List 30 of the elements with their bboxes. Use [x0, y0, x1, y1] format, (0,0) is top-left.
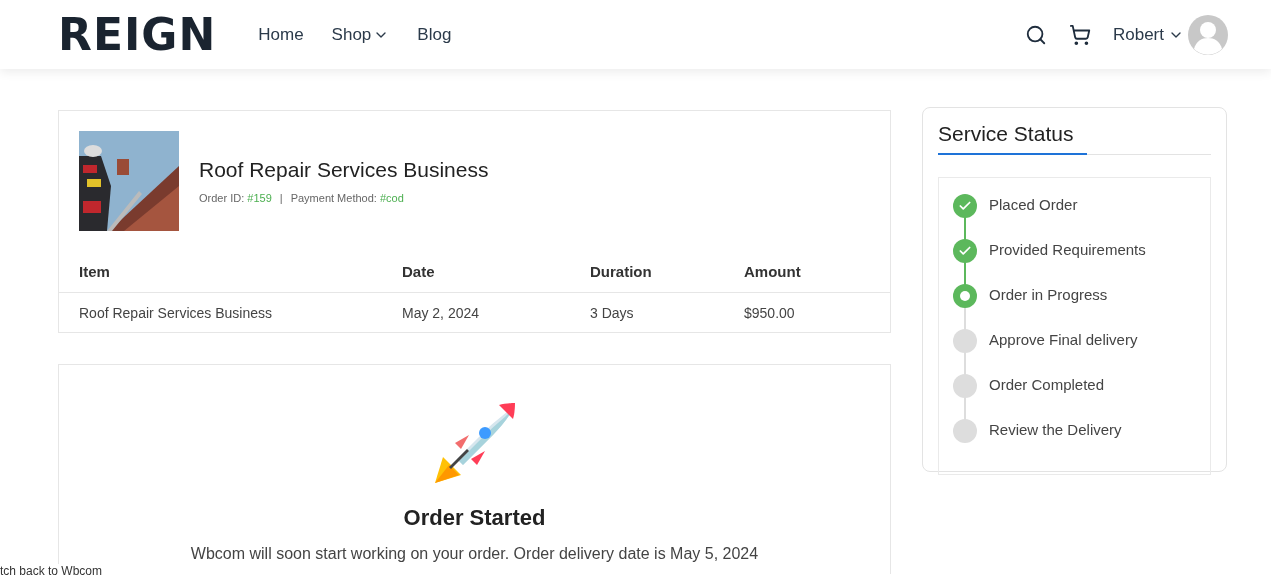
column-header: Amount	[724, 253, 890, 293]
table-cell: 3 Days	[570, 292, 724, 332]
cart-icon[interactable]	[1068, 23, 1091, 46]
rocket-icon	[432, 403, 517, 485]
payment-method: Payment Method: #cod	[290, 192, 404, 204]
search-icon[interactable]	[1024, 23, 1047, 46]
switch-back-link[interactable]: tch back to Wbcom	[0, 564, 103, 578]
nav-link[interactable]: Home	[258, 24, 304, 45]
user-menu[interactable]: Robert	[1112, 24, 1184, 45]
separator: |	[279, 192, 283, 204]
logo[interactable]: REIGN	[58, 9, 217, 60]
nav-link[interactable]: Shop	[331, 24, 390, 45]
column-header: Date	[382, 253, 570, 293]
service-status-title: Service Status	[938, 122, 1211, 155]
table-cell: $950.00	[724, 292, 890, 332]
step-label: Order Completed	[989, 375, 1105, 395]
column-header: Duration	[570, 253, 724, 293]
step-label: Placed Order	[989, 195, 1078, 215]
step-label: Review the Delivery	[989, 420, 1122, 440]
table-cell: May 2, 2024	[382, 292, 570, 332]
column-header: Item	[59, 253, 382, 293]
step-label: Approve Final delivery	[989, 330, 1138, 350]
order-id: Order ID: #159	[199, 192, 272, 204]
status-title: Order Started	[403, 505, 546, 531]
order-title: Roof Repair Services Business	[199, 158, 489, 182]
table-cell: Roof Repair Services Business	[59, 292, 382, 332]
step-label: Provided Requirements	[989, 240, 1146, 260]
nav-link[interactable]: Blog	[417, 24, 452, 45]
status-message: Wbcom will soon start working on your order. Order delivery date is May 5, 2024	[190, 545, 759, 563]
step-label: Order in Progress	[989, 285, 1108, 305]
